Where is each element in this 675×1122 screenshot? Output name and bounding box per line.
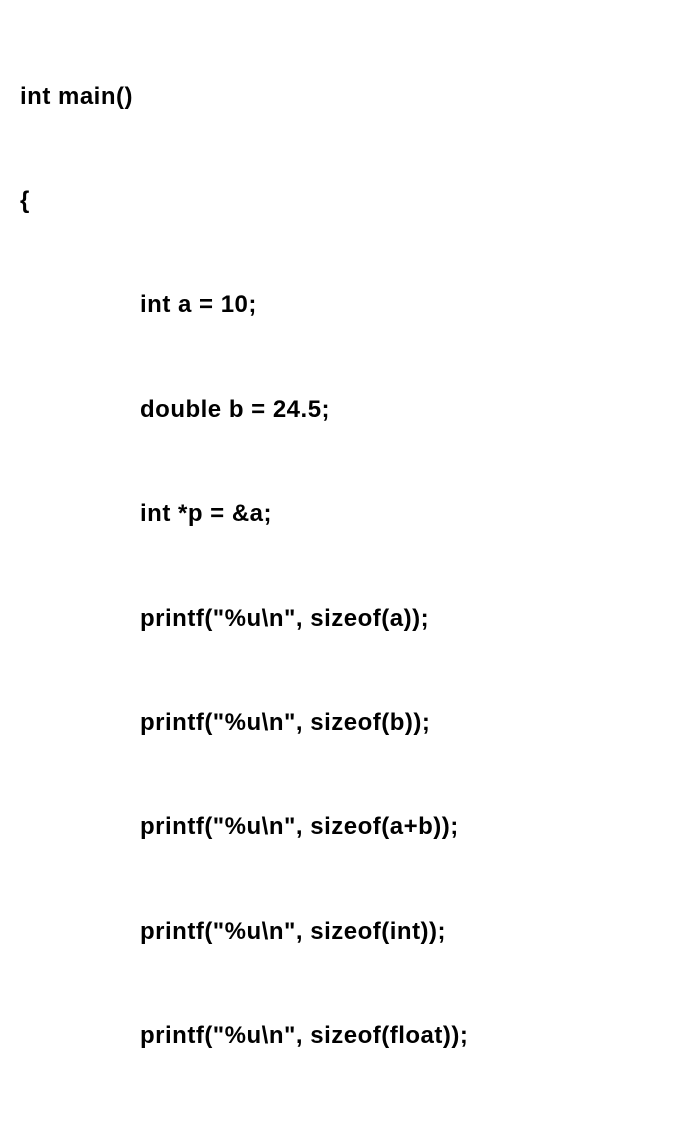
code-line: printf("%u\n", sizeof(a+b)); [20, 810, 655, 845]
code-line: int main() [20, 80, 655, 115]
code-line: printf("%u\n", sizeof(a)); [20, 602, 655, 637]
code-line: printf("%u\n", sizeof(float)); [20, 1019, 655, 1054]
code-line: printf("%u\n", sizeof(b)); [20, 706, 655, 741]
code-line: int a = 10; [20, 288, 655, 323]
code-block: int main() { int a = 10; double b = 24.5… [20, 10, 655, 1122]
code-line: double b = 24.5; [20, 393, 655, 428]
code-line: int *p = &a; [20, 497, 655, 532]
code-line: printf("%u\n", sizeof(int)); [20, 915, 655, 950]
code-line: { [20, 184, 655, 219]
